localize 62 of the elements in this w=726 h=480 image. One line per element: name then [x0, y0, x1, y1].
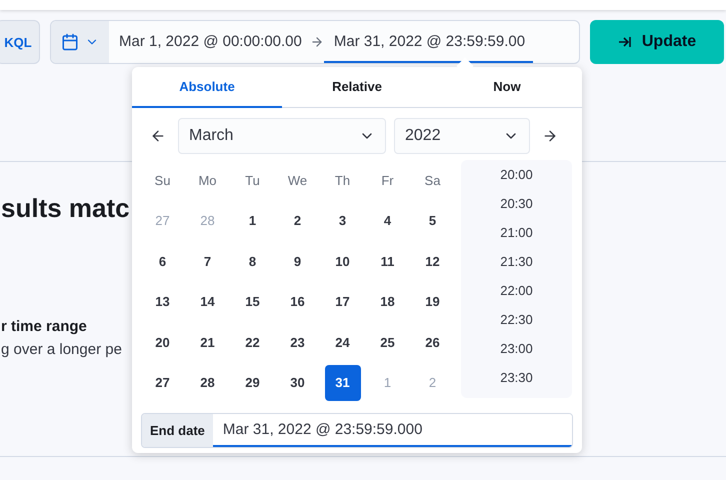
- calendar-day[interactable]: 4: [370, 202, 406, 239]
- calendar-icon: [61, 33, 79, 51]
- end-date-field[interactable]: End date Mar 31, 2022 @ 23:59:59.000: [141, 413, 573, 448]
- time-option[interactable]: 20:30: [500, 189, 533, 218]
- weekday-label: Sa: [424, 172, 440, 188]
- time-option[interactable]: 23:00: [500, 334, 533, 363]
- query-language-button[interactable]: KQL: [0, 20, 40, 64]
- year-select[interactable]: 2022: [394, 118, 530, 154]
- weekday-label: Fr: [381, 172, 394, 188]
- calendar-day[interactable]: 9: [280, 243, 316, 280]
- update-button[interactable]: Update: [590, 20, 724, 64]
- subheading: r time range: [1, 318, 87, 335]
- calendar-day[interactable]: 30: [280, 364, 316, 401]
- time-option[interactable]: 21:30: [500, 247, 533, 276]
- start-date-button[interactable]: Mar 1, 2022 @ 00:00:00.00: [109, 21, 310, 63]
- weekday-label: Tu: [245, 172, 260, 188]
- calendar-day[interactable]: 3: [324, 202, 360, 239]
- heading: sults matc: [1, 193, 130, 224]
- calendar-day[interactable]: 31: [324, 364, 360, 401]
- weekday-label: We: [288, 172, 308, 188]
- calendar-day[interactable]: 13: [144, 284, 180, 320]
- time-option[interactable]: 22:30: [500, 305, 533, 334]
- weekday-label: Th: [334, 172, 350, 188]
- calendar-day[interactable]: 6: [144, 243, 180, 280]
- time-option[interactable]: 23:30: [500, 363, 533, 392]
- time-option[interactable]: 22:00: [500, 276, 533, 305]
- tab[interactable]: Absolute: [132, 67, 282, 108]
- calendar-day[interactable]: 2: [280, 202, 316, 239]
- calendar-day[interactable]: 29: [234, 364, 270, 401]
- calendar-day[interactable]: 12: [414, 243, 450, 280]
- calendar-day[interactable]: 15: [234, 284, 270, 320]
- calendar-day[interactable]: 14: [190, 284, 226, 320]
- calendar-day[interactable]: 10: [324, 243, 360, 280]
- tab[interactable]: Relative: [282, 67, 432, 108]
- calendar-day[interactable]: 25: [370, 324, 406, 360]
- calendar-day[interactable]: 8: [234, 243, 270, 280]
- calendar-day[interactable]: 24: [324, 324, 360, 360]
- calendar-day[interactable]: 18: [370, 284, 406, 320]
- tab[interactable]: Now: [432, 67, 582, 108]
- end-date-label: End date: [142, 414, 213, 447]
- time-option[interactable]: 20:00: [500, 160, 533, 189]
- arrow-right-icon: [310, 35, 324, 49]
- weekday-label: Mo: [198, 172, 217, 188]
- calendar-day[interactable]: 28: [190, 364, 226, 401]
- calendar-day[interactable]: 23: [280, 324, 316, 360]
- calendar-day[interactable]: 21: [190, 324, 226, 360]
- calendar-day[interactable]: 17: [324, 284, 360, 320]
- body-text: g over a longer pe: [1, 341, 122, 358]
- calendar-day[interactable]: 1: [234, 202, 270, 239]
- weekday-label: Su: [154, 172, 170, 188]
- calendar-day[interactable]: 22: [234, 324, 270, 360]
- calendar-day[interactable]: 19: [414, 284, 450, 320]
- calendar-day[interactable]: 26: [414, 324, 450, 360]
- calendar-day[interactable]: 5: [414, 202, 450, 239]
- time-option[interactable]: 21:00: [500, 218, 533, 247]
- calendar-day[interactable]: 27: [144, 364, 180, 401]
- month-select[interactable]: March: [178, 118, 386, 154]
- calendar-day[interactable]: 20: [144, 324, 180, 360]
- quick-menu-button[interactable]: [51, 21, 109, 63]
- calendar-day[interactable]: 16: [280, 284, 316, 320]
- calendar-day[interactable]: 11: [370, 243, 406, 280]
- calendar-day[interactable]: 7: [190, 243, 226, 280]
